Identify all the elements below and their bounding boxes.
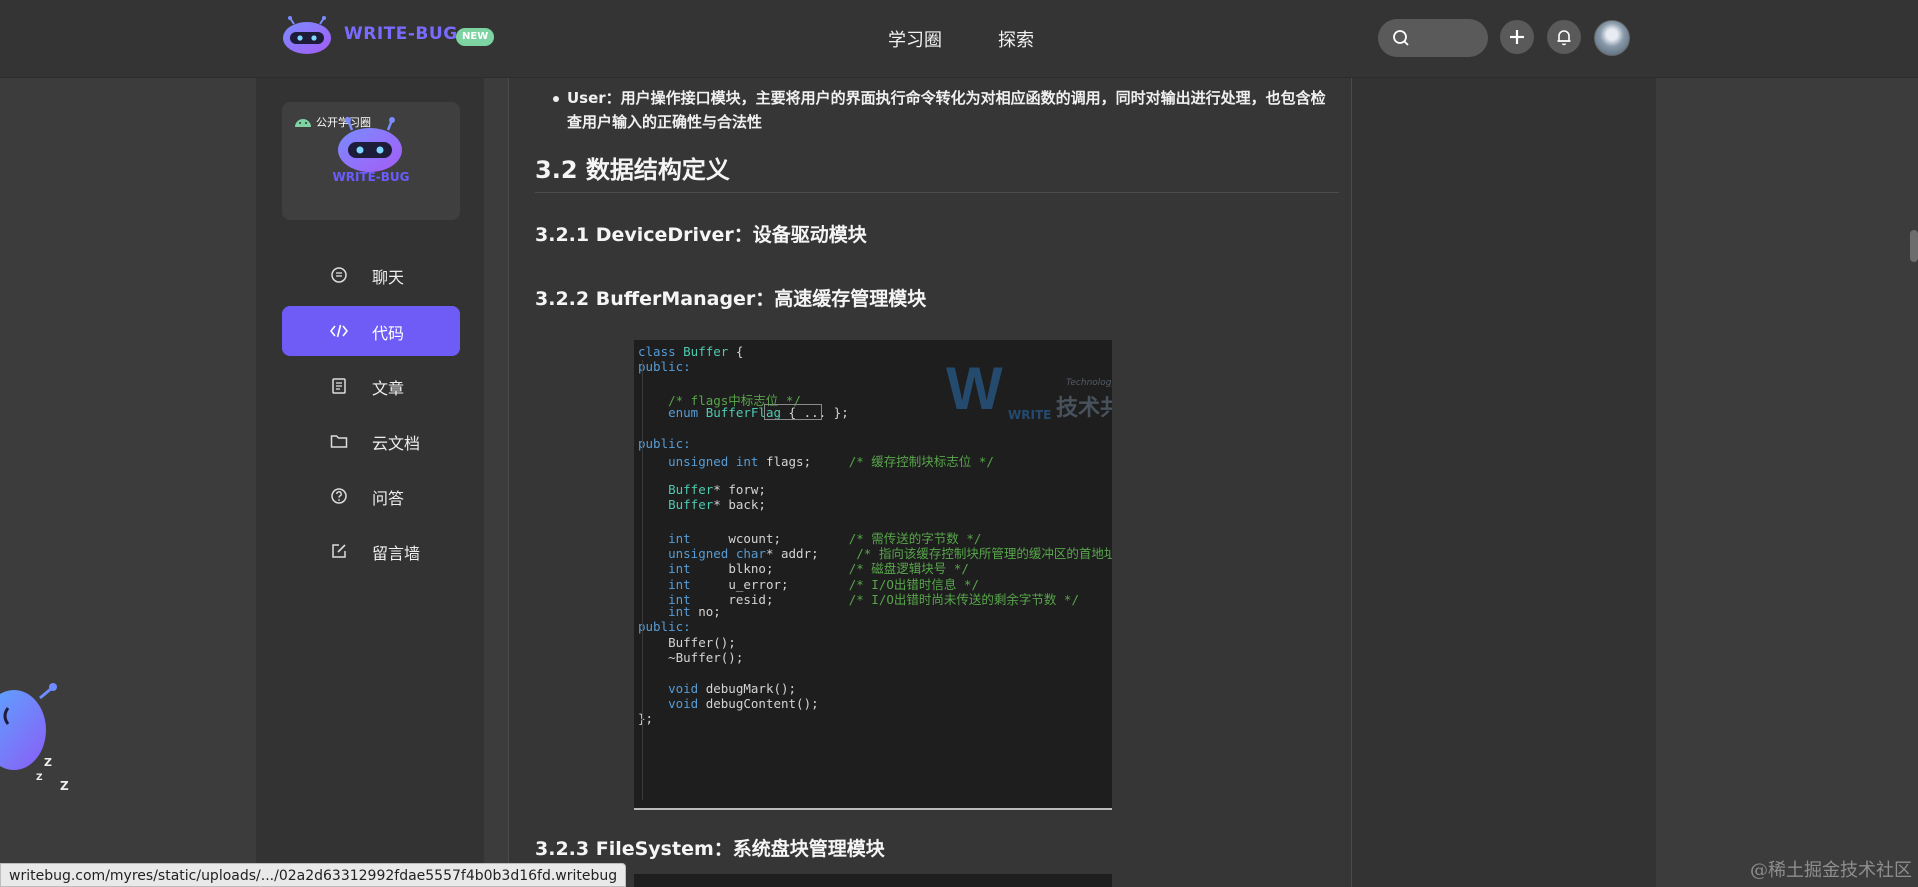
code-token: flags; <box>765 454 849 470</box>
code-token: /* 缓存控制块标志位 */ <box>848 454 994 470</box>
sidebar-item-label: 聊天 <box>372 268 405 287</box>
code-token: debugMark(); <box>705 680 797 696</box>
code-token: enum <box>638 405 706 421</box>
sidebar-item-label: 代码 <box>372 324 405 343</box>
sleeping-robot-icon[interactable]: Z Z Z <box>0 668 80 798</box>
heading-data-structures: 3.2 数据结构定义 <box>535 156 730 184</box>
code-line: }; <box>638 711 653 729</box>
new-badge: NEW <box>456 28 495 46</box>
nav-explore[interactable]: 探索 <box>998 26 1034 52</box>
folder-icon <box>330 435 348 448</box>
user-avatar[interactable] <box>1594 20 1630 56</box>
sidebar-item-cloud-docs[interactable]: 云文档 <box>282 416 460 466</box>
bullet-user-module: User：用户操作接口模块，主要将用户的界面执行命令转化为对相应函数的调用，同时… <box>567 89 1326 131</box>
code-line: Buffer* back; <box>638 497 766 515</box>
code-token: Buffer <box>638 497 714 512</box>
sidebar-item-label: 云文档 <box>372 434 421 453</box>
watermark-en: Technology Sharing Platform <box>1066 378 1112 388</box>
brand-name[interactable]: WRITE-BUG <box>344 24 458 44</box>
code-token: { <box>728 344 744 359</box>
heading-device-driver: 3.2.1 DeviceDriver：设备驱动模块 <box>535 224 867 246</box>
article-icon <box>332 378 346 394</box>
svg-text:Z: Z <box>60 779 69 793</box>
left-sidebar: 公开学习圈 WRITE-BUG 聊天 代码 文章 云文档 问答 留言墙 <box>256 78 484 887</box>
sidebar-item-label: 留言墙 <box>372 544 421 563</box>
watermark-cn: 技术共享平台 <box>1056 396 1112 421</box>
code-token: public: <box>638 359 691 375</box>
status-bar-url: writebug.com/myres/static/uploads/.../02… <box>0 863 627 887</box>
heading-divider <box>535 192 1339 193</box>
sidebar-item-qa[interactable]: 问答 <box>282 471 460 521</box>
plus-icon <box>1510 30 1524 44</box>
robot-logo-icon[interactable] <box>280 16 334 56</box>
search-icon <box>1393 30 1409 46</box>
watermark-write: WRITE <box>1008 408 1052 422</box>
bell-icon <box>1557 30 1571 46</box>
corner-watermark: @稀土掘金技术社区 <box>1750 860 1912 881</box>
watermark-writebug: W Technology Sharing Platform 技术共享平台 WRI… <box>946 348 1112 428</box>
heading-file-system: 3.2.3 FileSystem：系统盘块管理模块 <box>535 838 885 860</box>
top-header: WRITE-BUG NEW 学习圈 探索 <box>0 0 1918 78</box>
code-line: public: <box>638 359 691 377</box>
code-line: ~Buffer(); <box>638 650 743 668</box>
android-icon <box>295 119 311 127</box>
card-brand: WRITE-BUG <box>332 170 410 184</box>
code-token: int <box>638 604 699 620</box>
sidebar-item-label: 文章 <box>372 379 405 398</box>
code-line: void debugContent(); <box>638 696 819 714</box>
question-icon <box>331 488 347 504</box>
code-token: public: <box>638 619 691 635</box>
code-token: /* I/O出错时尚未传送的剩余字节数 */ <box>848 591 1079 607</box>
search-button[interactable] <box>1378 19 1488 57</box>
code-icon <box>330 324 348 338</box>
right-panel <box>1352 78 1656 887</box>
sidebar-item-chat[interactable]: 聊天 <box>282 250 460 300</box>
code-token: * back; <box>713 497 766 512</box>
svg-text:Z: Z <box>36 773 43 783</box>
chat-icon <box>331 267 347 283</box>
indent-guide <box>642 360 643 800</box>
collapsed-region-box[interactable] <box>764 404 822 421</box>
sidebar-item-code[interactable]: 代码 <box>282 306 460 356</box>
code-token: no; <box>698 604 721 620</box>
code-token: class <box>638 344 684 359</box>
bullet-dot <box>553 96 559 102</box>
next-code-screenshot <box>634 874 1112 887</box>
notifications-button[interactable] <box>1547 20 1581 54</box>
code-token: void <box>638 680 706 696</box>
add-button[interactable] <box>1500 20 1534 54</box>
sidebar-item-label: 问答 <box>372 489 405 508</box>
code-line: unsigned int flags; /* 缓存控制块标志位 */ <box>638 451 994 469</box>
sidebar-item-message-wall[interactable]: 留言墙 <box>282 526 460 576</box>
code-token: Buffer <box>638 481 714 497</box>
code-token: void <box>638 695 706 711</box>
robot-mascot-icon <box>338 117 402 172</box>
group-card[interactable]: 公开学习圈 WRITE-BUG <box>282 102 460 220</box>
svg-text:Z: Z <box>44 756 52 769</box>
heading-buffer-manager: 3.2.2 BufferManager：高速缓存管理模块 <box>535 288 927 310</box>
nav-study-circle[interactable]: 学习圈 <box>888 26 942 52</box>
code-token: }; <box>638 711 654 727</box>
watermark-logo: W <box>946 355 1003 422</box>
code-screenshot-buffer[interactable]: W Technology Sharing Platform 技术共享平台 WRI… <box>634 340 1112 810</box>
code-token: resid; <box>728 591 849 607</box>
code-token: public: <box>638 435 691 451</box>
app-root: WRITE-BUG NEW 学习圈 探索 公开学习圈 WRITE-BUG 聊天 … <box>0 0 1918 887</box>
sidebar-item-articles[interactable]: 文章 <box>282 361 460 411</box>
code-token: Buffer(); <box>638 634 736 650</box>
code-token: debugContent(); <box>705 695 819 711</box>
code-token: Buffer <box>683 344 729 359</box>
page-scrollbar-thumb[interactable] <box>1910 230 1918 262</box>
code-token: * forw; <box>713 481 766 497</box>
article-content: User：用户操作接口模块，主要将用户的界面执行命令转化为对相应函数的调用，同时… <box>508 78 1352 887</box>
code-token: ~Buffer(); <box>638 650 744 665</box>
edit-icon <box>332 544 346 558</box>
code-token: unsigned int <box>638 454 766 470</box>
